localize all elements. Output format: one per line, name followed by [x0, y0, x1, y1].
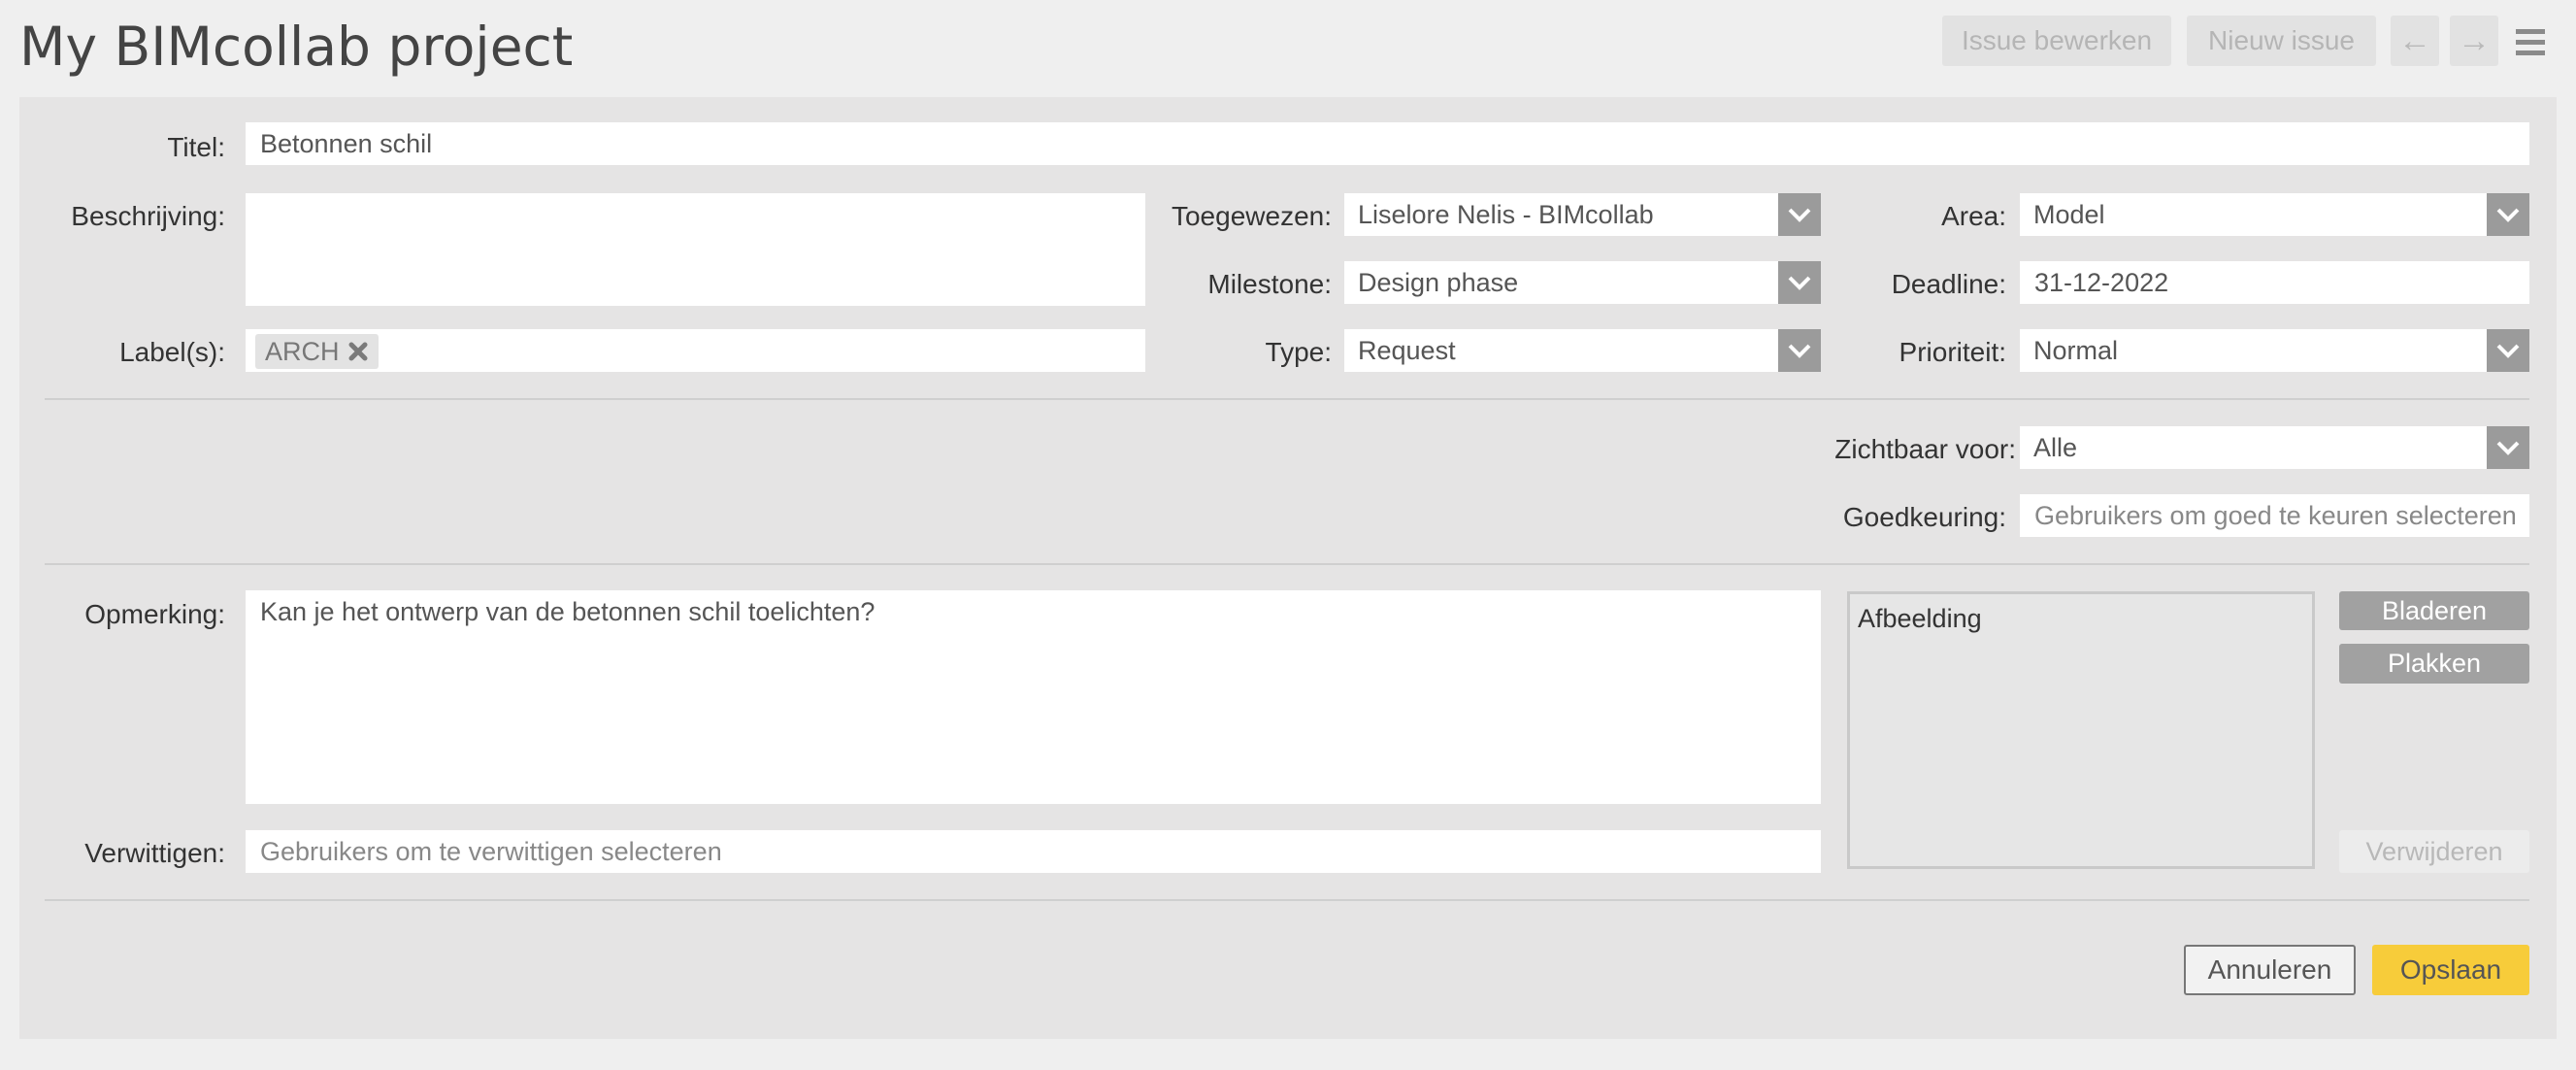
- edit-issue-button[interactable]: Issue bewerken: [1942, 16, 2171, 66]
- chevron-down-icon[interactable]: [2487, 193, 2529, 236]
- type-label: Type:: [1265, 337, 1332, 367]
- notify-label: Verwittigen:: [84, 838, 225, 868]
- new-issue-button[interactable]: Nieuw issue: [2187, 16, 2376, 66]
- assigned-label: Toegewezen:: [1171, 201, 1332, 231]
- label-tag-text: ARCH: [265, 337, 340, 366]
- save-button[interactable]: Opslaan: [2372, 945, 2529, 995]
- description-textarea[interactable]: [246, 193, 1145, 306]
- divider: [45, 899, 2529, 901]
- area-label: Area:: [1941, 201, 2006, 231]
- area-select[interactable]: Model: [2020, 193, 2529, 236]
- comment-textarea[interactable]: Kan je het ontwerp van de betonnen schil…: [246, 590, 1821, 804]
- previous-arrow-icon[interactable]: ←: [2391, 16, 2439, 66]
- visible-for-label: Zichtbaar voor:: [1834, 434, 2016, 464]
- next-arrow-icon[interactable]: →: [2450, 16, 2498, 66]
- approval-label: Goedkeuring:: [1842, 502, 2006, 532]
- title-label: Titel:: [167, 132, 225, 162]
- area-value: Model: [2033, 200, 2105, 229]
- deadline-label: Deadline:: [1891, 269, 2006, 299]
- visible-for-value: Alle: [2033, 433, 2078, 462]
- deadline-input[interactable]: 31-12-2022: [2020, 261, 2529, 304]
- chevron-down-icon[interactable]: [2487, 329, 2529, 372]
- approval-input[interactable]: Gebruikers om goed te keuren selecteren: [2020, 494, 2529, 537]
- image-label: Afbeelding: [1858, 604, 1982, 633]
- priority-label: Prioriteit:: [1899, 337, 2006, 367]
- divider: [45, 398, 2529, 400]
- comment-label: Opmerking:: [84, 599, 225, 629]
- labels-label: Label(s):: [119, 337, 225, 367]
- remove-tag-icon[interactable]: [347, 341, 369, 362]
- paste-button[interactable]: Plakken: [2339, 644, 2529, 684]
- title-input[interactable]: Betonnen schil: [246, 122, 2529, 165]
- type-value: Request: [1358, 336, 1456, 365]
- labels-input[interactable]: [246, 329, 1145, 372]
- priority-select[interactable]: Normal: [2020, 329, 2529, 372]
- label-tag: ARCH: [255, 334, 379, 369]
- notify-input[interactable]: Gebruikers om te verwittigen selecteren: [246, 830, 1821, 873]
- divider: [45, 563, 2529, 565]
- chevron-down-icon[interactable]: [2487, 426, 2529, 469]
- milestone-value: Design phase: [1358, 268, 1519, 297]
- image-dropzone[interactable]: Afbeelding: [1847, 591, 2315, 869]
- hamburger-menu-icon[interactable]: [2516, 29, 2545, 55]
- remove-image-button[interactable]: Verwijderen: [2339, 830, 2529, 873]
- page-title: My BIMcollab project: [19, 16, 574, 78]
- milestone-label: Milestone:: [1207, 269, 1332, 299]
- description-label: Beschrijving:: [71, 201, 225, 231]
- assigned-value: Liselore Nelis - BIMcollab: [1358, 200, 1654, 229]
- browse-button[interactable]: Bladeren: [2339, 591, 2529, 630]
- priority-value: Normal: [2033, 336, 2119, 365]
- cancel-button[interactable]: Annuleren: [2184, 945, 2356, 995]
- visible-for-select[interactable]: Alle: [2020, 426, 2529, 469]
